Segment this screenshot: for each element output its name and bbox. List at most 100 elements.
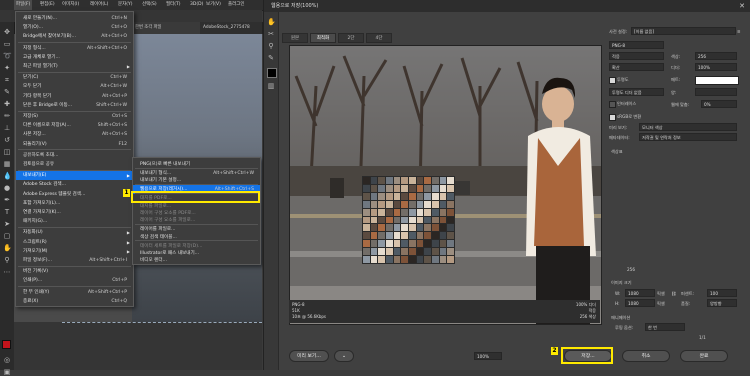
palette-swatch[interactable] (363, 216, 370, 224)
dither-algorithm-select[interactable]: 확산 (609, 63, 664, 71)
palette-swatch[interactable] (385, 192, 393, 200)
palette-swatch[interactable] (439, 240, 447, 248)
palette-swatch[interactable] (401, 216, 408, 224)
palette-swatch[interactable] (363, 232, 370, 240)
file-menu-item[interactable]: 저장(S) Ctrl+S (16, 112, 133, 121)
palette-swatch[interactable] (401, 184, 408, 192)
palette-swatch[interactable] (370, 200, 378, 208)
hand-tool-icon[interactable]: ✋ (3, 244, 12, 252)
menu-view[interactable]: 보기(V) (204, 0, 223, 10)
amount-field[interactable] (695, 88, 737, 96)
palette-swatch[interactable] (370, 232, 378, 240)
palette-swatch[interactable] (401, 232, 408, 240)
palette-swatch[interactable] (363, 208, 370, 216)
palette-swatch[interactable] (378, 248, 385, 256)
palette-swatch[interactable] (363, 240, 370, 248)
preset-select[interactable]: [이름 없음] (631, 27, 736, 35)
file-menu-item[interactable]: 검토용으로 공유 (16, 160, 133, 169)
palette-swatch[interactable] (424, 224, 431, 232)
transparency-checkbox[interactable] (609, 77, 616, 84)
path-select-icon[interactable]: ➤ (3, 220, 11, 228)
slice-select-icon[interactable]: ✂ (267, 30, 275, 38)
file-menu-item[interactable]: 한 부 인쇄(Y) Alt+Shift+Ctrl+P (16, 288, 133, 297)
file-menu-item[interactable]: 가져오기(M) ▶ (16, 247, 133, 256)
palette-swatch[interactable] (393, 216, 401, 224)
palette-swatch[interactable] (385, 256, 393, 263)
zoom-tool-icon[interactable]: ⚲ (3, 256, 11, 264)
palette-swatch[interactable] (378, 240, 385, 248)
palette-swatch[interactable] (408, 200, 416, 208)
palette-swatch[interactable] (385, 240, 393, 248)
palette-swatch[interactable] (393, 232, 401, 240)
zoom-field[interactable]: 100% (474, 352, 502, 360)
palette-swatch[interactable] (363, 192, 370, 200)
palette-swatch[interactable] (439, 232, 447, 240)
menu-image[interactable]: 이미지(I) (60, 0, 81, 10)
palette-swatch[interactable] (401, 256, 408, 263)
palette-swatch[interactable] (416, 232, 424, 240)
palette-swatch[interactable] (416, 184, 424, 192)
palette-swatch[interactable] (363, 224, 370, 232)
type-tool-icon[interactable]: T (3, 208, 11, 216)
palette-swatch[interactable] (447, 216, 454, 224)
file-menu-item[interactable]: 기타 항목 닫기 Alt+Ctrl+P (16, 92, 133, 101)
palette-swatch[interactable] (363, 256, 370, 263)
palette-swatch[interactable] (385, 200, 393, 208)
preview-select[interactable]: 모니터 색상 (639, 123, 737, 131)
file-menu-item[interactable]: 패키지(G)... (16, 217, 133, 226)
palette-swatch[interactable] (439, 184, 447, 192)
file-menu-item[interactable]: 공유하도록 초대... (16, 151, 133, 160)
palette-swatch[interactable] (439, 177, 447, 184)
palette-swatch[interactable] (408, 177, 416, 184)
palette-swatch[interactable] (370, 216, 378, 224)
palette-swatch[interactable] (393, 184, 401, 192)
palette-swatch[interactable] (363, 200, 370, 208)
palette-swatch[interactable] (401, 200, 408, 208)
palette-swatch[interactable] (378, 184, 385, 192)
palette-swatch[interactable] (416, 240, 424, 248)
move-tool-icon[interactable]: ✥ (3, 28, 11, 36)
palette-swatch[interactable] (370, 256, 378, 263)
palette-swatch[interactable] (416, 192, 424, 200)
palette-swatch[interactable] (416, 256, 424, 263)
palette-swatch[interactable] (408, 184, 416, 192)
file-menu-item[interactable]: 새로 만들기(N)... Ctrl+N (16, 14, 133, 23)
palette-swatch[interactable] (431, 216, 439, 224)
width-field[interactable]: 1080 (625, 289, 655, 297)
file-menu-item[interactable]: 연결 가져오기(K)... (16, 208, 133, 217)
doc-tab-1[interactable]: 한번 조각 파일 (132, 22, 201, 34)
palette-swatch[interactable] (378, 256, 385, 263)
palette-swatch[interactable] (370, 240, 378, 248)
cancel-button[interactable]: 취소 (622, 350, 670, 362)
palette-swatch[interactable] (401, 240, 408, 248)
palette-swatch[interactable] (424, 256, 431, 263)
palette-swatch[interactable] (416, 248, 424, 256)
tab-original[interactable]: 원본 (282, 33, 308, 43)
palette-swatch[interactable] (408, 232, 416, 240)
done-button[interactable]: 완료 (680, 350, 728, 362)
eyedropper-color-swatch[interactable] (267, 68, 277, 78)
tab-optimized[interactable]: 최적화 (310, 33, 336, 43)
loop-select[interactable]: 한 번 (645, 323, 685, 331)
menu-3d[interactable]: 3D(D) (188, 0, 205, 10)
menu-filter[interactable]: 필터(T) (164, 0, 183, 10)
file-menu-item[interactable]: 인쇄(P)... Ctrl+P (16, 276, 133, 285)
palette-swatch[interactable] (439, 192, 447, 200)
palette-swatch[interactable] (370, 192, 378, 200)
close-icon[interactable]: ✕ (739, 0, 745, 12)
crop-tool-icon[interactable]: ⌗ (3, 76, 11, 84)
palette-swatch[interactable] (431, 248, 439, 256)
palette-swatch[interactable] (447, 200, 454, 208)
palette-swatch[interactable] (431, 232, 439, 240)
file-menu-item[interactable]: 고급 개체로 열기... (16, 53, 133, 62)
file-menu-item[interactable]: 사본 저장... Alt+Ctrl+S (16, 130, 133, 139)
palette-swatch[interactable] (393, 224, 401, 232)
palette-swatch[interactable] (378, 208, 385, 216)
palette-swatch[interactable] (385, 232, 393, 240)
palette-swatch[interactable] (393, 240, 401, 248)
stamp-tool-icon[interactable]: ⊥ (3, 124, 11, 132)
eraser-tool-icon[interactable]: ◫ (3, 148, 11, 156)
preview-in-browser-button[interactable]: 미리 보기... (289, 350, 329, 362)
palette-swatch[interactable] (408, 192, 416, 200)
format-select[interactable]: PNG-8 (609, 41, 664, 49)
